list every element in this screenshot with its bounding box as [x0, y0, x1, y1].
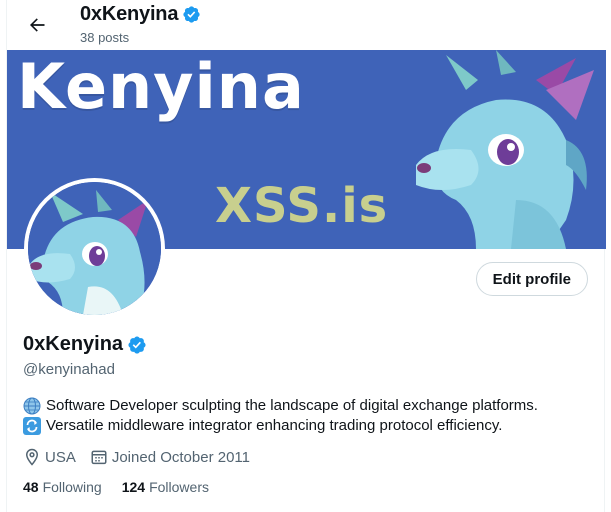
following-label: Following: [42, 479, 102, 495]
join-date-text: Joined October 2011: [111, 448, 250, 466]
location: USA: [23, 448, 76, 466]
following-count: 48: [23, 479, 39, 495]
location-text: USA: [45, 448, 76, 466]
banner-title: Kenyina: [17, 50, 305, 123]
profile-meta: USA Joined October 2011: [23, 448, 250, 466]
header-title: 0xKenyina: [80, 3, 201, 26]
join-date: Joined October 2011: [90, 448, 250, 466]
post-count: 38 posts: [80, 30, 130, 45]
bio-text: Versatile middleware integrator enhancin…: [46, 417, 503, 434]
refresh-icon: [23, 417, 41, 435]
followers-link[interactable]: 124 Followers: [122, 479, 209, 495]
profile-bio: Software Developer sculpting the landsca…: [23, 396, 538, 436]
profile-page: 0xKenyina 38 posts Kenyina XSS.is Edit p…: [6, 0, 606, 512]
header-name: 0xKenyina: [80, 3, 179, 25]
globe-icon: [23, 397, 41, 415]
verified-badge-icon[interactable]: [127, 335, 147, 355]
follow-stats: 48 Following 124 Followers: [23, 479, 209, 495]
followers-count: 124: [121, 479, 146, 495]
profile-header: 0xKenyina 38 posts: [7, 0, 606, 50]
avatar-image: [28, 182, 161, 315]
banner-subtitle: XSS.is: [215, 178, 389, 234]
bio-line: Software Developer sculpting the landsca…: [23, 396, 538, 416]
bio-text: Software Developer sculpting the landsca…: [46, 397, 538, 414]
followers-label: Followers: [149, 479, 209, 495]
profile-name: 0xKenyina: [23, 333, 124, 355]
verified-badge-icon: [183, 6, 200, 23]
profile-name-row: 0xKenyina: [23, 333, 147, 356]
profile-avatar[interactable]: [24, 178, 165, 319]
dragon-avatar-illustration: [28, 182, 161, 315]
dragon-illustration: [416, 50, 594, 249]
bio-line: Versatile middleware integrator enhancin…: [23, 416, 538, 436]
calendar-icon: [91, 450, 107, 465]
arrow-left-icon: [30, 18, 45, 32]
following-link[interactable]: 48 Following: [23, 479, 102, 495]
profile-handle: @kenyinahad: [23, 361, 115, 378]
back-button[interactable]: [20, 8, 54, 42]
edit-profile-button[interactable]: Edit profile: [475, 262, 588, 296]
location-pin-icon: [25, 448, 39, 466]
